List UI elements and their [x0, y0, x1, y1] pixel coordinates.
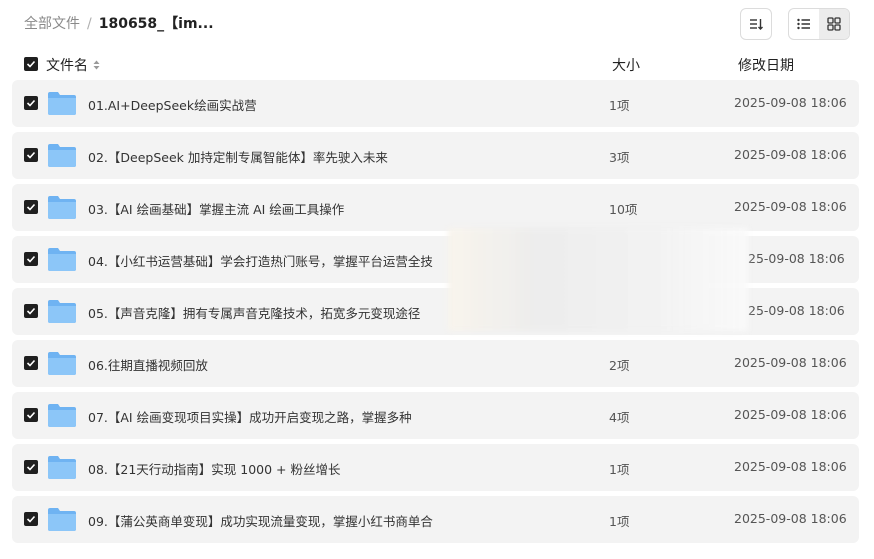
file-size: 1项 — [609, 514, 630, 529]
list-view-icon — [797, 18, 810, 30]
folder-icon — [48, 248, 76, 271]
list-view-button[interactable] — [789, 9, 819, 39]
checkmark-icon — [26, 99, 36, 107]
file-name[interactable]: 02.【DeepSeek 加持定制专属智能体】率先驶入未来 — [88, 147, 388, 166]
sort-arrows-icon — [93, 60, 100, 70]
row-checkbox[interactable] — [24, 408, 38, 422]
file-modified-date: 2025-09-08 18:06 — [734, 407, 847, 422]
folder-icon — [48, 456, 76, 479]
folder-icon — [48, 352, 76, 375]
sort-button[interactable] — [740, 8, 772, 40]
row-checkbox[interactable] — [24, 148, 38, 162]
grid-view-button[interactable] — [819, 9, 849, 39]
modified-column-header[interactable]: 修改日期 — [738, 55, 794, 75]
folder-icon — [48, 300, 76, 323]
breadcrumb-root-link[interactable]: 全部文件 — [24, 15, 80, 33]
file-modified-date: 25-09-08 18:06 — [748, 303, 845, 318]
file-name[interactable]: 01.AI+DeepSeek绘画实战营 — [88, 95, 257, 114]
checkmark-icon — [26, 151, 36, 159]
row-checkbox[interactable] — [24, 304, 38, 318]
list-item[interactable]: 07.【AI 绘画变现项目实操】成功开启变现之路，掌握多种 4项 2025-09… — [12, 392, 859, 439]
checkmark-icon — [26, 307, 36, 315]
file-modified-date: 2025-09-08 18:06 — [734, 459, 847, 474]
file-name[interactable]: 06.往期直播视频回放 — [88, 355, 208, 374]
list-item[interactable]: 09.【蒲公英商单变现】成功实现流量变现，掌握小红书商单合 1项 2025-09… — [12, 496, 859, 543]
file-size: 10项 — [609, 202, 638, 217]
row-checkbox[interactable] — [24, 96, 38, 110]
select-all-checkbox[interactable] — [24, 57, 38, 71]
file-list-header: 文件名 大小 修改日期 — [0, 52, 874, 76]
checkmark-icon — [26, 411, 36, 419]
file-name[interactable]: 05.【声音克隆】拥有专属声音克隆技术，拓宽多元变现途径 — [88, 303, 420, 322]
file-name[interactable]: 07.【AI 绘画变现项目实操】成功开启变现之路，掌握多种 — [88, 407, 412, 426]
file-modified-date: 2025-09-08 18:06 — [734, 199, 847, 214]
grid-view-icon — [827, 17, 841, 31]
file-modified-date: 2025-09-08 18:06 — [734, 511, 847, 526]
file-name[interactable]: 09.【蒲公英商单变现】成功实现流量变现，掌握小红书商单合 — [88, 511, 433, 530]
folder-icon — [48, 404, 76, 427]
name-column-header[interactable]: 文件名 — [46, 55, 100, 75]
file-size: 4项 — [609, 410, 630, 425]
breadcrumb-current-folder: 180658_【im... — [98, 16, 214, 32]
file-modified-date: 2025-09-08 18:06 — [734, 147, 847, 162]
file-size: 2项 — [609, 358, 630, 373]
size-column-header[interactable]: 大小 — [612, 55, 640, 75]
name-column-label: 文件名 — [46, 58, 88, 74]
file-size: 3项 — [609, 150, 630, 165]
row-checkbox[interactable] — [24, 460, 38, 474]
file-size: 1项 — [609, 462, 630, 477]
checkmark-icon — [26, 203, 36, 211]
sort-lines-icon — [750, 19, 763, 30]
file-name[interactable]: 08.【21天行动指南】实现 1000 + 粉丝增长 — [88, 459, 341, 478]
list-item[interactable]: 08.【21天行动指南】实现 1000 + 粉丝增长 1项 2025-09-08… — [12, 444, 859, 491]
list-item[interactable]: 03.【AI 绘画基础】掌握主流 AI 绘画工具操作 10项 2025-09-0… — [12, 184, 859, 231]
row-checkbox[interactable] — [24, 200, 38, 214]
checkmark-icon — [26, 60, 36, 68]
checkmark-icon — [26, 359, 36, 367]
row-checkbox[interactable] — [24, 512, 38, 526]
list-item[interactable]: 02.【DeepSeek 加持定制专属智能体】率先驶入未来 3项 2025-09… — [12, 132, 859, 179]
file-size: 1项 — [609, 98, 630, 113]
checkmark-icon — [26, 255, 36, 263]
breadcrumb: 全部文件 / 180658_【im... — [24, 15, 214, 33]
file-modified-date: 2025-09-08 18:06 — [734, 95, 847, 110]
file-name[interactable]: 04.【小红书运营基础】学会打造热门账号，掌握平台运营全技 — [88, 251, 433, 270]
view-mode-switch — [788, 8, 850, 40]
file-name[interactable]: 03.【AI 绘画基础】掌握主流 AI 绘画工具操作 — [88, 199, 344, 218]
list-item[interactable]: 01.AI+DeepSeek绘画实战营 1项 2025-09-08 18:06 — [12, 80, 859, 127]
checkmark-icon — [26, 463, 36, 471]
breadcrumb-separator: / — [87, 16, 92, 32]
folder-icon — [48, 92, 76, 115]
folder-icon — [48, 144, 76, 167]
row-checkbox[interactable] — [24, 252, 38, 266]
file-modified-date: 25-09-08 18:06 — [748, 251, 845, 266]
obscured-region — [448, 228, 748, 331]
row-checkbox[interactable] — [24, 356, 38, 370]
top-bar: 全部文件 / 180658_【im... — [0, 0, 874, 48]
folder-icon — [48, 508, 76, 531]
checkmark-icon — [26, 515, 36, 523]
folder-icon — [48, 196, 76, 219]
file-modified-date: 2025-09-08 18:06 — [734, 355, 847, 370]
list-item[interactable]: 06.往期直播视频回放 2项 2025-09-08 18:06 — [12, 340, 859, 387]
